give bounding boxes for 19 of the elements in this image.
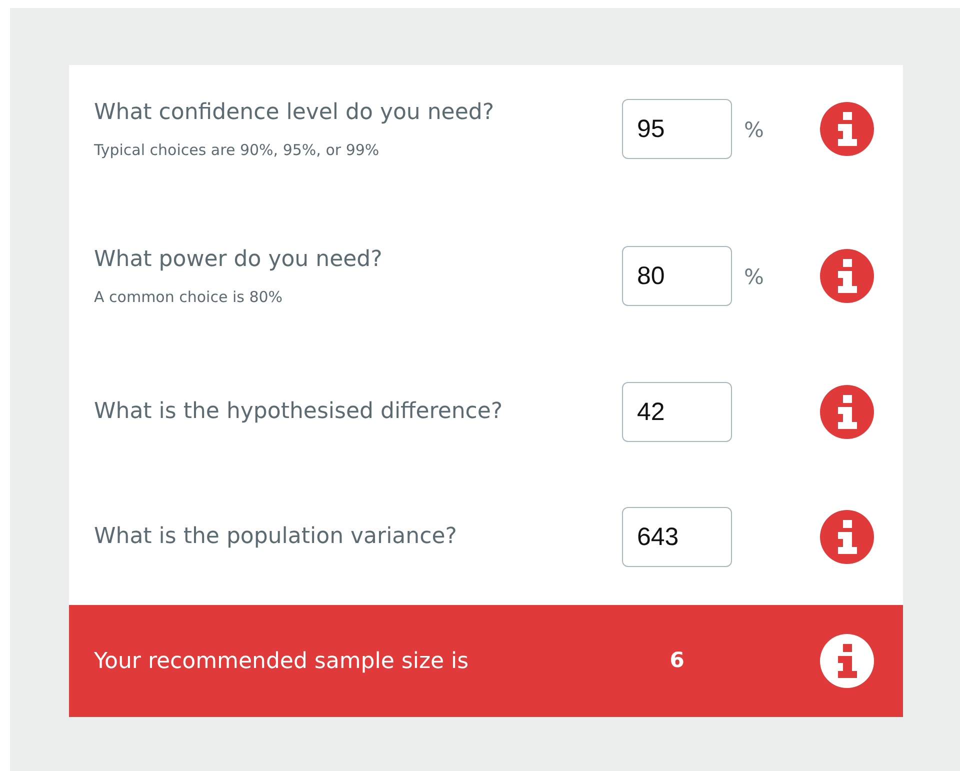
question-label: What power do you need?: [94, 246, 384, 274]
hint-text: Typical choices are 90%, 95%, or 99%: [94, 140, 380, 161]
question-label: What is the hypothesised difference?: [94, 398, 504, 426]
input-field[interactable]: 42: [622, 382, 732, 442]
info-icon[interactable]: [820, 385, 874, 439]
question-label: What is the population variance?: [94, 523, 458, 551]
result-value: 6: [668, 647, 686, 674]
unit-label: %: [744, 265, 764, 289]
input-field[interactable]: 95: [622, 99, 732, 159]
input-field[interactable]: 80: [622, 246, 732, 306]
unit-label: %: [744, 118, 764, 142]
info-icon[interactable]: [820, 510, 874, 564]
question-label: What confidence level do you need?: [94, 99, 496, 127]
input-field[interactable]: 643: [622, 507, 732, 567]
info-icon[interactable]: [820, 249, 874, 303]
info-icon[interactable]: [820, 634, 874, 688]
result-label: Your recommended sample size is: [94, 648, 470, 676]
info-icon[interactable]: [820, 102, 874, 156]
hint-text: A common choice is 80%: [94, 287, 284, 308]
